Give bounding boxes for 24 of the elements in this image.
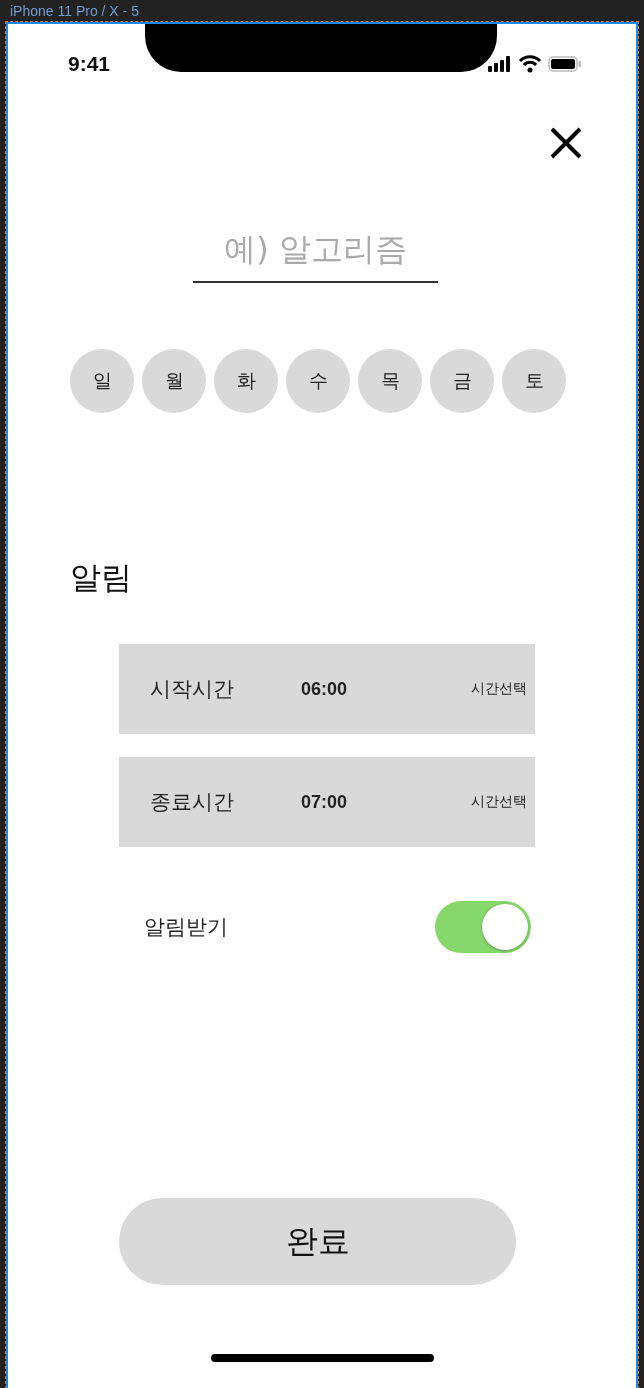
weekday-button[interactable]: 화 [214, 349, 278, 413]
weekday-button[interactable]: 수 [286, 349, 350, 413]
frame-label: iPhone 11 Pro / X - 5 [10, 3, 139, 19]
close-button[interactable] [548, 125, 584, 161]
status-time: 9:41 [68, 52, 111, 76]
weekday-button[interactable]: 목 [358, 349, 422, 413]
weekday-button[interactable]: 토 [502, 349, 566, 413]
done-button[interactable]: 완료 [119, 1198, 516, 1285]
time-select-button[interactable]: 시간선택 [471, 680, 527, 698]
notify-label: 알림받기 [144, 914, 228, 941]
battery-icon [548, 56, 582, 72]
close-icon [548, 125, 584, 161]
time-select-button[interactable]: 시간선택 [471, 793, 527, 811]
time-label: 종료시간 [150, 789, 235, 816]
notify-toggle[interactable] [435, 901, 531, 953]
weekday-button[interactable]: 월 [142, 349, 206, 413]
time-label: 시작시간 [150, 676, 235, 703]
weekday-button[interactable]: 금 [430, 349, 494, 413]
weekday-button[interactable]: 일 [70, 349, 134, 413]
signal-icon [488, 56, 512, 72]
wifi-icon [518, 55, 542, 73]
time-value: 07:00 [301, 791, 348, 813]
section-title: 알림 [70, 558, 133, 597]
time-value: 06:00 [301, 678, 348, 700]
